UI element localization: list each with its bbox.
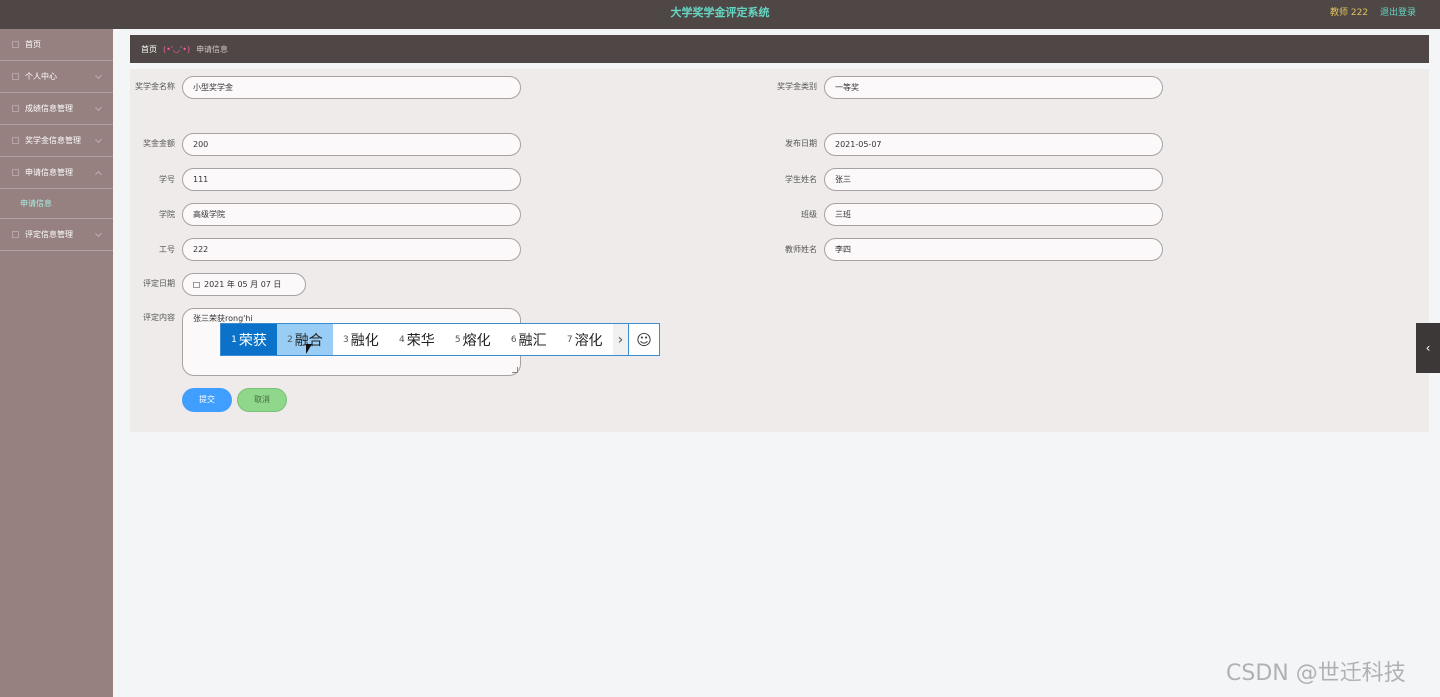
chevron-down-icon bbox=[94, 229, 103, 238]
sidebar-item-label: 评定信息管理 bbox=[25, 230, 73, 239]
watermark: CSDN @世迁科技 bbox=[1226, 661, 1406, 686]
sidebar-item-label: 申请信息管理 bbox=[25, 168, 73, 177]
breadcrumb-current: 申请信息 bbox=[196, 44, 229, 54]
student-id-label: 学号 bbox=[159, 175, 175, 184]
sidebar-item-evaluation[interactable]: 评定信息管理 bbox=[0, 219, 113, 251]
submit-button[interactable]: 提交 bbox=[182, 388, 232, 412]
emoji-icon[interactable]: ☺ bbox=[628, 324, 659, 355]
teacher-name-label: 教师姓名 bbox=[785, 245, 817, 254]
chevron-right-icon[interactable]: › bbox=[612, 324, 629, 355]
publish-date-field[interactable]: 2021-05-07 bbox=[824, 133, 1163, 156]
student-id-field[interactable]: 111 bbox=[182, 168, 521, 191]
amount-field[interactable]: 200 bbox=[182, 133, 521, 156]
mouse-cursor-icon bbox=[306, 344, 312, 354]
cancel-button[interactable]: 取消 bbox=[237, 388, 287, 412]
eval-content-value: 张三荣获rong'hi bbox=[193, 314, 253, 323]
ime-candidate-bar: 1 荣获 2 融合 3 融化 4 荣华 5 熔化 6 融汇 7 溶化 › ☺ bbox=[220, 323, 660, 356]
sidebar-item-label: 首页 bbox=[25, 40, 41, 49]
eval-date-value: 2021 年 05 月 07 日 bbox=[204, 280, 282, 289]
chevron-down-icon bbox=[94, 71, 103, 80]
chevron-down-icon bbox=[94, 103, 103, 112]
home-icon bbox=[12, 41, 19, 48]
job-no-label: 工号 bbox=[159, 245, 175, 254]
logout-link[interactable]: 退出登录 bbox=[1380, 0, 1416, 26]
list-icon bbox=[12, 231, 19, 238]
scholarship-name-field[interactable]: 小型奖学金 bbox=[182, 76, 521, 99]
category-label: 奖学金类别 bbox=[777, 82, 817, 91]
list-icon bbox=[12, 105, 19, 112]
ime-candidate[interactable]: 7 溶化 bbox=[557, 324, 613, 355]
ime-candidate[interactable]: 6 融汇 bbox=[501, 324, 557, 355]
calendar-icon bbox=[193, 282, 200, 288]
teacher-name-field[interactable]: 李四 bbox=[824, 238, 1163, 261]
sidebar-item-label: 成绩信息管理 bbox=[25, 104, 73, 113]
sidebar-item-label: 奖学金信息管理 bbox=[25, 136, 81, 145]
ime-candidate[interactable]: 2 融合 bbox=[276, 324, 333, 355]
ime-candidate[interactable]: 4 荣华 bbox=[389, 324, 445, 355]
student-name-label: 学生姓名 bbox=[785, 175, 817, 184]
list-icon bbox=[12, 169, 19, 176]
breadcrumb-home[interactable]: 首页 bbox=[141, 44, 157, 55]
name-label: 奖学金名称 bbox=[135, 82, 175, 91]
breadcrumb: 首页 (•'◡'•) 申请信息 bbox=[130, 35, 1429, 63]
chevron-down-icon bbox=[94, 135, 103, 144]
publish-date-label: 发布日期 bbox=[785, 139, 817, 148]
sidebar-subitem-application-info[interactable]: 申请信息 bbox=[0, 189, 113, 219]
current-user: 教师 222 bbox=[1330, 8, 1369, 18]
sidebar-item-home[interactable]: 首页 bbox=[0, 29, 113, 61]
class-field[interactable]: 三班 bbox=[824, 203, 1163, 226]
sidebar-item-application[interactable]: 申请信息管理 bbox=[0, 157, 113, 189]
sidebar-item-scholarship[interactable]: 奖学金信息管理 bbox=[0, 125, 113, 157]
sidebar: 首页 个人中心 成绩信息管理 奖学金信息管理 申请信息管理 申请信息 评定信息管… bbox=[0, 29, 113, 697]
eval-date-label: 评定日期 bbox=[143, 279, 175, 288]
chevron-up-icon bbox=[94, 170, 103, 179]
user-icon bbox=[12, 73, 19, 80]
sidebar-item-label: 个人中心 bbox=[25, 72, 57, 81]
content-label: 评定内容 bbox=[143, 313, 175, 322]
list-icon bbox=[12, 137, 19, 144]
class-label: 班级 bbox=[801, 210, 817, 219]
sidebar-item-grades[interactable]: 成绩信息管理 bbox=[0, 93, 113, 125]
amount-label: 奖金金额 bbox=[143, 139, 175, 148]
sidebar-item-profile[interactable]: 个人中心 bbox=[0, 61, 113, 93]
college-field[interactable]: 高级学院 bbox=[182, 203, 521, 226]
resize-handle-icon[interactable] bbox=[512, 367, 518, 373]
college-label: 学院 bbox=[159, 210, 175, 219]
app-title: 大学奖学金评定系统 bbox=[670, 6, 770, 19]
scholarship-category-field[interactable]: 一等奖 bbox=[824, 76, 1163, 99]
chevron-left-icon[interactable]: ‹ bbox=[1416, 323, 1440, 373]
eval-date-picker[interactable]: 2021 年 05 月 07 日 bbox=[182, 273, 306, 296]
job-no-field[interactable]: 222 bbox=[182, 238, 521, 261]
ime-candidate[interactable]: 5 熔化 bbox=[445, 324, 501, 355]
ime-candidate[interactable]: 1 荣获 bbox=[221, 324, 277, 355]
ime-candidate[interactable]: 3 融化 bbox=[333, 324, 389, 355]
top-bar: 大学奖学金评定系统 教师 222 退出登录 bbox=[0, 0, 1440, 29]
student-name-field[interactable]: 张三 bbox=[824, 168, 1163, 191]
breadcrumb-separator: (•'◡'•) bbox=[163, 44, 191, 54]
